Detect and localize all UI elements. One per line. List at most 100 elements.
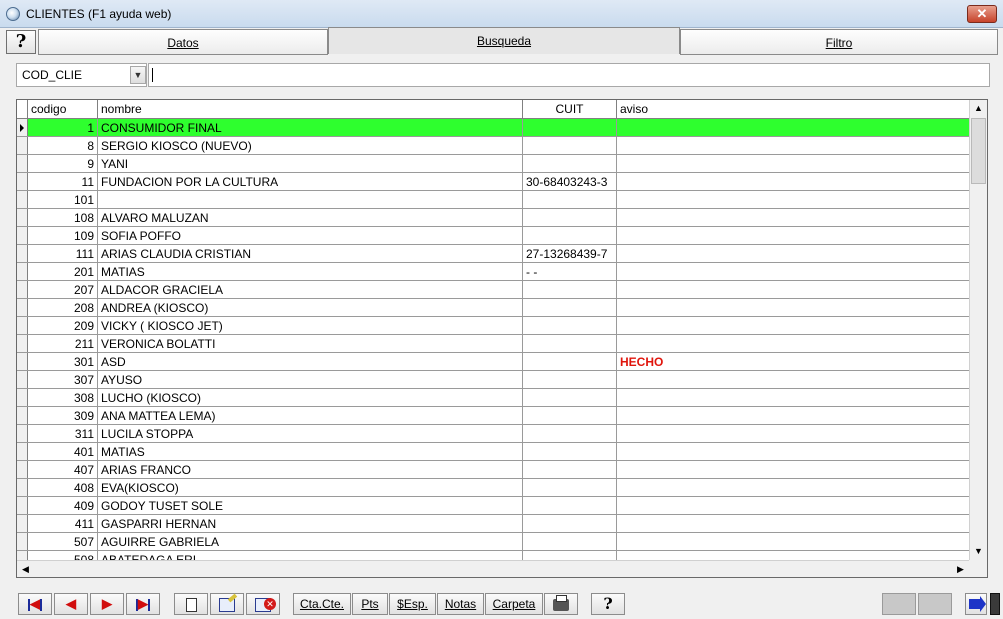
cell-aviso[interactable] (617, 533, 969, 550)
cell-aviso[interactable] (617, 317, 969, 334)
cell-nombre[interactable]: MATIAS (98, 443, 523, 460)
last-record-button[interactable]: ▶ (126, 593, 160, 615)
row-indicator[interactable] (17, 245, 28, 262)
notas-button[interactable]: Notas (437, 593, 484, 615)
cell-codigo[interactable]: 108 (28, 209, 98, 226)
table-row[interactable]: 8 SERGIO KIOSCO (NUEVO) (17, 137, 969, 155)
cell-codigo[interactable]: 311 (28, 425, 98, 442)
cell-codigo[interactable]: 301 (28, 353, 98, 370)
chevron-down-icon[interactable]: ▼ (130, 66, 146, 84)
scroll-down-icon[interactable]: ▼ (970, 543, 987, 560)
toolbar-help-button[interactable]: ? (591, 593, 625, 615)
cell-cuit[interactable]: 30-68403243-3 (523, 173, 617, 190)
cell-nombre[interactable]: AGUIRRE GABRIELA (98, 533, 523, 550)
cell-codigo[interactable]: 308 (28, 389, 98, 406)
row-indicator[interactable] (17, 533, 28, 550)
cell-nombre[interactable]: GASPARRI HERNAN (98, 515, 523, 532)
tab-busqueda[interactable]: Busqueda (328, 27, 680, 54)
close-button[interactable]: ✕ (967, 5, 997, 23)
cell-nombre[interactable]: LUCILA STOPPA (98, 425, 523, 442)
row-indicator[interactable] (17, 209, 28, 226)
cell-cuit[interactable] (523, 479, 617, 496)
cell-nombre[interactable]: EVA(KIOSCO) (98, 479, 523, 496)
table-row[interactable]: 211 VERONICA BOLATTI (17, 335, 969, 353)
cell-nombre[interactable]: YANI (98, 155, 523, 172)
edit-record-button[interactable] (210, 593, 244, 615)
vertical-scrollbar[interactable]: ▲ ▼ (969, 100, 987, 560)
cell-nombre[interactable]: ARIAS CLAUDIA CRISTIAN (98, 245, 523, 262)
cell-codigo[interactable]: 208 (28, 299, 98, 316)
row-indicator[interactable] (17, 263, 28, 280)
cell-codigo[interactable]: 211 (28, 335, 98, 352)
search-input[interactable] (148, 63, 990, 87)
table-row[interactable]: 301 ASD HECHO (17, 353, 969, 371)
table-row[interactable]: 308 LUCHO (KIOSCO) (17, 389, 969, 407)
help-button[interactable]: ? (6, 30, 36, 54)
cell-cuit[interactable] (523, 353, 617, 370)
column-header-nombre[interactable]: nombre (98, 100, 523, 118)
cell-aviso[interactable] (617, 281, 969, 298)
new-record-button[interactable] (174, 593, 208, 615)
cell-cuit[interactable] (523, 137, 617, 154)
row-indicator[interactable] (17, 443, 28, 460)
cell-nombre[interactable]: FUNDACION POR LA CULTURA (98, 173, 523, 190)
cell-aviso[interactable] (617, 515, 969, 532)
row-indicator[interactable] (17, 353, 28, 370)
cell-codigo[interactable]: 209 (28, 317, 98, 334)
row-indicator[interactable] (17, 479, 28, 496)
cell-aviso[interactable] (617, 119, 969, 136)
scroll-thumb[interactable] (971, 118, 986, 184)
row-indicator[interactable] (17, 389, 28, 406)
delete-record-button[interactable] (246, 593, 280, 615)
cell-nombre[interactable]: CONSUMIDOR FINAL (98, 119, 523, 136)
cell-codigo[interactable]: 401 (28, 443, 98, 460)
cell-nombre[interactable]: ANDREA (KIOSCO) (98, 299, 523, 316)
cell-aviso[interactable] (617, 389, 969, 406)
cell-codigo[interactable]: 408 (28, 479, 98, 496)
cell-aviso[interactable] (617, 479, 969, 496)
cell-nombre[interactable]: ARIAS FRANCO (98, 461, 523, 478)
cell-aviso[interactable] (617, 137, 969, 154)
cell-cuit[interactable] (523, 281, 617, 298)
column-header-codigo[interactable]: codigo (28, 100, 98, 118)
cell-cuit[interactable] (523, 533, 617, 550)
cell-aviso[interactable] (617, 299, 969, 316)
cell-cuit[interactable] (523, 407, 617, 424)
scroll-left-icon[interactable]: ◀ (17, 561, 34, 577)
cell-cuit[interactable] (523, 227, 617, 244)
cell-nombre[interactable]: LUCHO (KIOSCO) (98, 389, 523, 406)
cell-nombre[interactable]: ANA MATTEA LEMA) (98, 407, 523, 424)
cell-nombre[interactable]: GODOY TUSET SOLE (98, 497, 523, 514)
cell-cuit[interactable] (523, 191, 617, 208)
search-field-select[interactable]: COD_CLIE ▼ (16, 63, 147, 87)
cell-cuit[interactable] (523, 155, 617, 172)
row-indicator[interactable] (17, 173, 28, 190)
cell-nombre[interactable]: VERONICA BOLATTI (98, 335, 523, 352)
cell-codigo[interactable]: 411 (28, 515, 98, 532)
column-header-aviso[interactable]: aviso (617, 100, 969, 118)
row-indicator[interactable] (17, 515, 28, 532)
row-indicator[interactable] (17, 191, 28, 208)
cell-cuit[interactable]: - - (523, 263, 617, 280)
row-indicator[interactable] (17, 497, 28, 514)
row-indicator[interactable] (17, 317, 28, 334)
cell-nombre[interactable]: ALVARO MALUZAN (98, 209, 523, 226)
row-indicator[interactable] (17, 461, 28, 478)
table-row[interactable]: 9 YANI (17, 155, 969, 173)
cell-nombre[interactable]: SOFIA POFFO (98, 227, 523, 244)
print-button[interactable] (544, 593, 578, 615)
exit-button[interactable] (965, 593, 987, 615)
cell-nombre[interactable]: ALDACOR GRACIELA (98, 281, 523, 298)
next-record-button[interactable]: ▶ (90, 593, 124, 615)
cell-aviso[interactable] (617, 209, 969, 226)
cell-codigo[interactable]: 9 (28, 155, 98, 172)
table-row[interactable]: 309 ANA MATTEA LEMA) (17, 407, 969, 425)
cell-nombre[interactable]: AYUSO (98, 371, 523, 388)
cell-nombre[interactable]: SERGIO KIOSCO (NUEVO) (98, 137, 523, 154)
cell-cuit[interactable] (523, 443, 617, 460)
cell-codigo[interactable]: 8 (28, 137, 98, 154)
cell-aviso[interactable] (617, 407, 969, 424)
column-header-cuit[interactable]: CUIT (523, 100, 617, 118)
row-indicator[interactable] (17, 371, 28, 388)
row-indicator[interactable] (17, 155, 28, 172)
